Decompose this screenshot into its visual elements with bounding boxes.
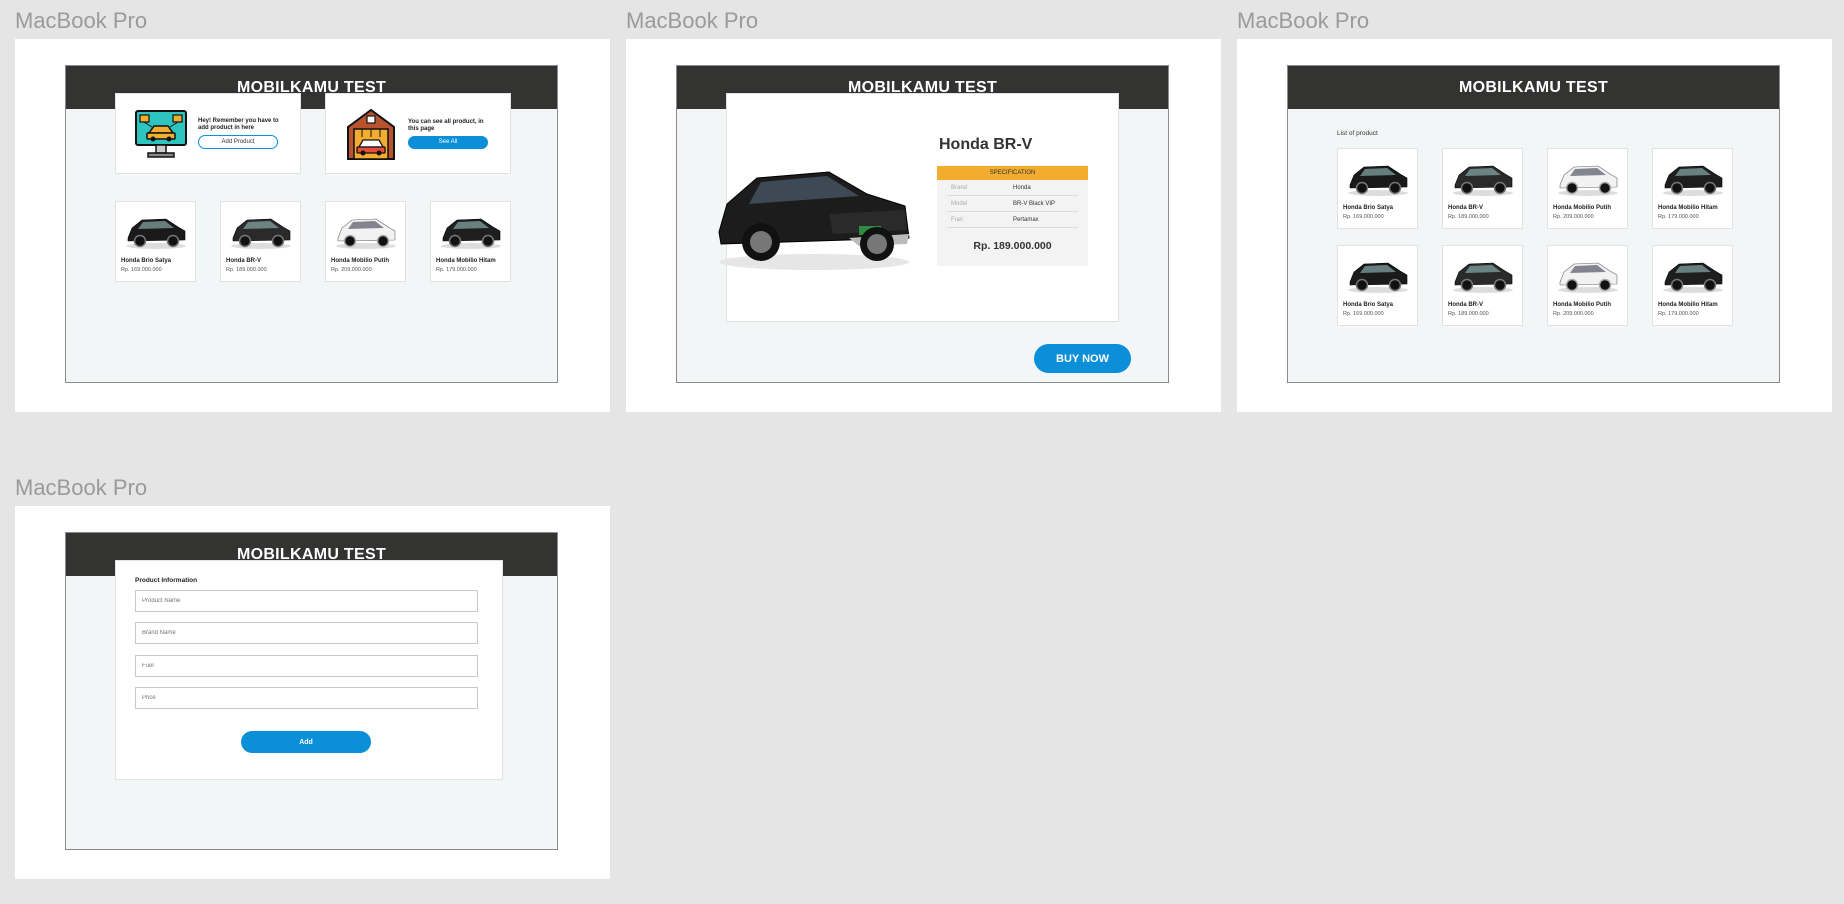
frame-label-list: MacBook Pro: [1237, 8, 1370, 33]
spec-label: Brand: [951, 184, 968, 191]
list-content: List of product Honda Brio Satya Rp. 169…: [1288, 109, 1779, 382]
product-card[interactable]: Honda Brio Satya Rp. 169.000.000: [115, 201, 196, 282]
product-price: Rp. 209.000.000: [1553, 214, 1594, 220]
frame-label-home: MacBook Pro: [15, 8, 148, 33]
frame-label-detail: MacBook Pro: [626, 8, 759, 33]
detail-price: Rp. 189.000.000: [973, 240, 1052, 252]
spec-header: SPECIFICATION: [937, 166, 1088, 180]
price-input[interactable]: [135, 687, 478, 709]
product-price: Rp. 169.000.000: [121, 267, 162, 273]
car-image: [1348, 165, 1408, 196]
product-card[interactable]: Honda BR-V Rp. 189.000.000: [1442, 245, 1523, 326]
frame-detail: MOBILKAMU TEST Honda BR-V SPECIFICATION …: [626, 39, 1221, 412]
spec-row: Brand Honda: [947, 180, 1078, 196]
spec-value: Honda: [1013, 184, 1031, 191]
product-card[interactable]: Honda Mobilio Putih Rp. 209.000.000: [325, 201, 406, 282]
product-name: Honda Mobilio Hitam: [436, 258, 496, 264]
car-hero-image: [718, 171, 910, 270]
car-image: [1663, 262, 1723, 293]
product-price: Rp. 169.000.000: [1343, 311, 1384, 317]
promo-add-text: Hey! Remember you have to add product in…: [198, 118, 279, 131]
brand-name-input[interactable]: [135, 622, 478, 644]
spec-label: Model: [951, 200, 968, 207]
spec-value: Pertamax: [1013, 216, 1039, 223]
product-card[interactable]: Honda Brio Satya Rp. 169.000.000: [1337, 148, 1418, 229]
list-title: List of product: [1337, 130, 1378, 137]
app-window: MOBILKAMU TEST Honda BR-V SPECIFICATION …: [676, 65, 1169, 383]
spec-value: BR-V Black VIP: [1013, 200, 1056, 207]
product-card[interactable]: Honda BR-V Rp. 189.000.000: [220, 201, 301, 282]
form-title: Product Information: [135, 577, 198, 584]
promo-add-content: Hey! Remember you have to add product in…: [198, 118, 280, 149]
promo-add-card: Hey! Remember you have to add product in…: [115, 93, 301, 174]
product-name: Honda Mobilio Putih: [1553, 205, 1611, 211]
see-all-button[interactable]: See All: [408, 135, 488, 149]
car-image: [1558, 165, 1618, 196]
buy-now-button[interactable]: BUY NOW: [1034, 344, 1131, 373]
car-image: [336, 218, 396, 249]
fuel-input[interactable]: [135, 655, 478, 677]
app-header: MOBILKAMU TEST: [1288, 66, 1779, 109]
product-name: Honda Brio Satya: [1343, 302, 1394, 308]
product-name: Honda Mobilio Putih: [331, 258, 389, 264]
spec-panel: SPECIFICATION Brand Honda Model BR-V Black…: [937, 166, 1088, 266]
product-name: Honda BR-V: [226, 258, 261, 264]
product-card[interactable]: Honda Mobilio Hitam Rp. 179.000.000: [1652, 148, 1733, 229]
car-image: [1453, 165, 1513, 196]
product-price: Rp. 179.000.000: [1658, 311, 1699, 317]
spec-label: Fuel: [951, 216, 963, 223]
app-window: MOBILKAMU TEST List of product Honda Bri…: [1287, 65, 1780, 383]
frame-form: MOBILKAMU TEST Product Information Add: [15, 506, 610, 879]
product-name: Honda Brio Satya: [121, 258, 172, 264]
product-name: Honda Mobilio Hitam: [1658, 302, 1718, 308]
product-card[interactable]: Honda Mobilio Putih Rp. 209.000.000: [1547, 245, 1628, 326]
frame-home: MOBILKAMU TEST Hey! Remember you have to…: [15, 39, 610, 412]
product-card[interactable]: Honda Brio Satya Rp. 169.000.000: [1337, 245, 1418, 326]
spec-row: Model BR-V Black VIP: [947, 196, 1078, 212]
promo-see-content: You can see all product, in this page Se…: [408, 119, 490, 149]
app-title: MOBILKAMU TEST: [1458, 78, 1609, 96]
product-price: Rp. 209.000.000: [331, 267, 372, 273]
product-card[interactable]: Honda Mobilio Putih Rp. 209.000.000: [1547, 148, 1628, 229]
computer-car-icon: [135, 109, 187, 158]
product-price: Rp. 189.000.000: [226, 267, 267, 273]
product-price: Rp. 179.000.000: [1658, 214, 1699, 220]
product-card[interactable]: Honda Mobilio Hitam Rp. 179.000.000: [430, 201, 511, 282]
car-image: [231, 218, 291, 249]
product-price: Rp. 189.000.000: [1448, 311, 1489, 317]
detail-product-name: Honda BR-V: [939, 136, 1033, 153]
spec-row: Fuel Pertamax: [947, 212, 1078, 228]
car-image: [1663, 165, 1723, 196]
product-name: Honda Brio Satya: [1343, 205, 1394, 211]
car-image: [441, 218, 501, 249]
app-window: MOBILKAMU TEST Hey! Remember you have to…: [65, 65, 558, 383]
product-card[interactable]: Honda Mobilio Hitam Rp. 179.000.000: [1652, 245, 1733, 326]
car-image: [1453, 262, 1513, 293]
promo-see-card: You can see all product, in this page Se…: [325, 93, 511, 174]
garage-icon: [347, 108, 395, 160]
promo-see-text: You can see all product, in this page: [408, 118, 484, 132]
car-image: [1348, 262, 1408, 293]
product-price: Rp. 189.000.000: [1448, 214, 1489, 220]
frame-label-form: MacBook Pro: [15, 475, 148, 500]
add-button[interactable]: Add: [241, 731, 371, 753]
car-image: [126, 218, 186, 249]
car-image: [1558, 262, 1618, 293]
add-product-button[interactable]: Add Product: [198, 135, 278, 149]
product-name: Honda Mobilio Hitam: [1658, 205, 1718, 211]
app-window: MOBILKAMU TEST Product Information Add: [65, 532, 558, 850]
product-price: Rp. 209.000.000: [1553, 311, 1594, 317]
product-name: Honda Mobilio Putih: [1553, 302, 1611, 308]
product-form: Product Information Add: [115, 560, 503, 780]
product-name-input[interactable]: [135, 590, 478, 612]
product-name: Honda BR-V: [1448, 205, 1483, 211]
frame-list: MOBILKAMU TEST List of product Honda Bri…: [1237, 39, 1832, 412]
product-card[interactable]: Honda BR-V Rp. 189.000.000: [1442, 148, 1523, 229]
product-name: Honda BR-V: [1448, 302, 1483, 308]
product-price: Rp. 169.000.000: [1343, 214, 1384, 220]
product-price: Rp. 179.000.000: [436, 267, 477, 273]
